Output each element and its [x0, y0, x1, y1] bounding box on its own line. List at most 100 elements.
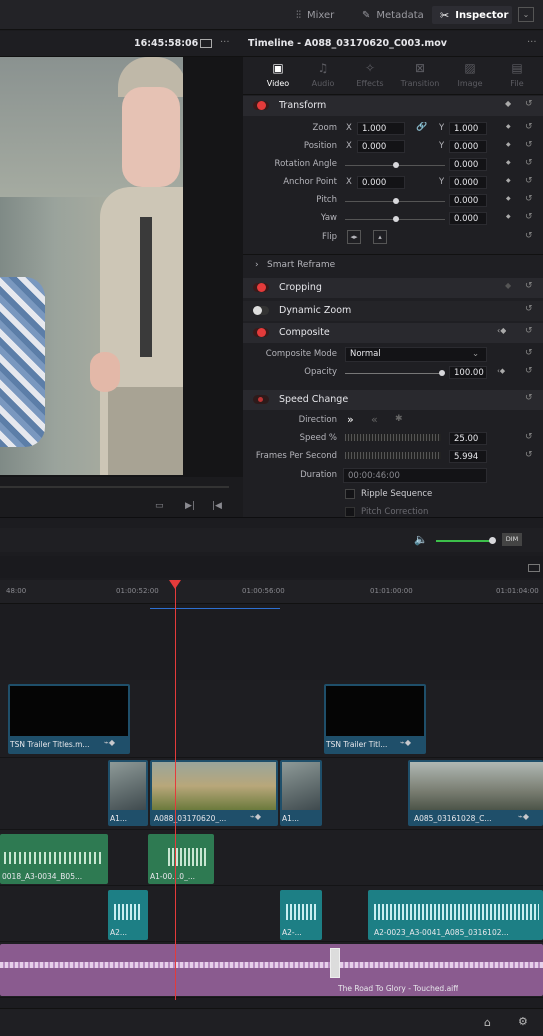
clip-title-2[interactable]: TSN Trailer Titl... ⌁◆ — [324, 684, 426, 754]
viewer-more-icon[interactable]: ··· — [220, 37, 230, 48]
tab-audio[interactable]: ♫ Audio — [303, 61, 343, 95]
viewer-layout-icon[interactable] — [200, 39, 212, 48]
zoom-y-input[interactable]: 1.000 — [449, 122, 487, 135]
dynamic-zoom-section[interactable]: Dynamic Zoom ↺ — [243, 301, 543, 321]
reset-icon[interactable]: ↺ — [525, 393, 533, 403]
clip-audio-a2-right[interactable]: A2-0023_A3-0041_A085_0316102... — [368, 890, 543, 940]
transform-section[interactable]: Transform ◆ ↺ — [243, 96, 543, 116]
keyframe-icon[interactable]: ◆ — [506, 123, 511, 130]
composite-mode-select[interactable]: Normal ⌄ — [345, 347, 487, 362]
tab-file[interactable]: ▤ File — [497, 61, 537, 95]
clip-title-1[interactable]: TSN Trailer Titles.m... ⌁◆ — [8, 684, 130, 754]
tab-video[interactable]: ▣ Video — [258, 61, 298, 95]
dynamic-zoom-toggle[interactable] — [253, 306, 269, 315]
reset-icon[interactable]: ↺ — [525, 304, 533, 314]
expand-icon[interactable]: ⌄ — [518, 7, 534, 22]
reset-icon[interactable]: ↺ — [525, 194, 533, 204]
rotation-input[interactable]: 0.000 — [449, 158, 487, 171]
volume-knob[interactable] — [489, 537, 496, 544]
keyframe-nav-icon[interactable]: ‹◆ — [497, 326, 506, 335]
cropping-section[interactable]: Cropping ◆ ↺ — [243, 278, 543, 298]
tab-image[interactable]: ▨ Image — [450, 61, 490, 95]
reset-icon[interactable]: ↺ — [525, 366, 533, 376]
reset-icon[interactable]: ↺ — [525, 432, 533, 442]
tab-effects[interactable]: ✧ Effects — [350, 61, 390, 95]
composite-section[interactable]: Composite ‹◆ ↺ — [243, 323, 543, 343]
viewer-scrubber[interactable] — [0, 486, 229, 488]
clip-trim-handle[interactable] — [330, 948, 340, 978]
yaw-slider-knob[interactable] — [393, 216, 399, 222]
yaw-input[interactable]: 0.000 — [449, 212, 487, 225]
reset-icon[interactable]: ↺ — [525, 450, 533, 460]
composite-toggle[interactable] — [253, 328, 269, 337]
metadata-button[interactable]: ✎ Metadata — [362, 6, 424, 24]
playhead[interactable] — [175, 580, 176, 1000]
anchor-x-input[interactable]: 0.000 — [357, 176, 405, 189]
tab-transition[interactable]: ⊠ Transition — [400, 61, 440, 95]
keyframe-icon[interactable]: ◆ — [506, 195, 511, 202]
flip-vertical-button[interactable]: ▴ — [373, 230, 387, 244]
zoom-x-input[interactable]: 1.000 — [357, 122, 405, 135]
inspector-button[interactable]: ✂ Inspector — [440, 6, 508, 24]
speaker-icon[interactable]: 🔈 — [414, 533, 428, 546]
clip-audio-a1-left[interactable]: 0018_A3-0034_B05... — [0, 834, 108, 884]
rotation-slider-knob[interactable] — [393, 162, 399, 168]
clip-audio-a2-left[interactable]: A2... — [108, 890, 148, 940]
smart-reframe-section[interactable]: › Smart Reframe — [243, 254, 543, 274]
reset-icon[interactable]: ↺ — [525, 158, 533, 168]
speed-change-toggle[interactable] — [253, 395, 269, 404]
reset-icon[interactable]: ↺ — [525, 122, 533, 132]
transform-toggle[interactable] — [253, 101, 269, 110]
ripple-checkbox[interactable] — [345, 489, 355, 499]
reset-icon[interactable]: ↺ — [525, 176, 533, 186]
reset-icon[interactable]: ↺ — [525, 140, 533, 150]
keyframe-icon[interactable]: ◆ — [506, 213, 511, 220]
clip-music[interactable]: The Road To Glory - Touched.aiff — [0, 944, 543, 996]
pitch-slider-knob[interactable] — [393, 198, 399, 204]
pitch-correction-checkbox[interactable] — [345, 507, 355, 517]
position-x-input[interactable]: 0.000 — [357, 140, 405, 153]
reset-icon[interactable]: ↺ — [525, 281, 533, 291]
speed-change-section[interactable]: Speed Change ↺ — [243, 390, 543, 410]
keyframe-icon[interactable]: ◆ — [505, 99, 511, 108]
link-icon[interactable]: 🔗 — [416, 122, 427, 132]
position-y-input[interactable]: 0.000 — [449, 140, 487, 153]
duration-input[interactable]: 00:00:46:00 — [343, 468, 487, 483]
keyframe-icon[interactable]: ◆ — [506, 159, 511, 166]
opacity-input[interactable]: 100.00 — [449, 366, 487, 379]
reset-icon[interactable]: ↺ — [525, 231, 533, 241]
clip-a088-main[interactable]: A088_03170620_... ⌁◆ — [150, 760, 278, 826]
loop-icon[interactable]: ▭ — [155, 501, 164, 511]
flip-horizontal-button[interactable]: ◂▸ — [347, 230, 361, 244]
keyframe-icon[interactable]: ◆ — [505, 281, 511, 290]
reset-icon[interactable]: ↺ — [525, 212, 533, 222]
clip-a1-right[interactable]: A1... — [280, 760, 322, 826]
cropping-toggle[interactable] — [253, 283, 269, 292]
timeline-options-icon[interactable] — [528, 564, 540, 572]
clip-a1-left[interactable]: A1... — [108, 760, 148, 826]
fps-input[interactable]: 5.994 — [449, 450, 487, 463]
anchor-y-input[interactable]: 0.000 — [449, 176, 487, 189]
pitch-input[interactable]: 0.000 — [449, 194, 487, 207]
timeline-ruler[interactable]: 48:00 01:00:52:00 01:00:56:00 01:01:00:0… — [0, 580, 543, 604]
speed-input[interactable]: 25.00 — [449, 432, 487, 445]
freeze-frame-icon[interactable]: ✱ — [395, 414, 403, 424]
home-icon[interactable]: ⌂ — [484, 1016, 491, 1029]
mixer-button[interactable]: ⫶⫶ Mixer — [296, 6, 334, 24]
keyframe-icon[interactable]: ◆ — [506, 141, 511, 148]
reset-icon[interactable]: ↺ — [525, 348, 533, 358]
reverse-direction-icon[interactable]: « — [371, 413, 378, 426]
gear-icon[interactable]: ⚙ — [518, 1015, 528, 1028]
fps-slider[interactable] — [345, 452, 441, 459]
inspector-more-icon[interactable]: ··· — [527, 37, 537, 48]
clip-audio-a1-mid[interactable]: A1-00...0_... — [148, 834, 214, 884]
forward-direction-icon[interactable]: » — [347, 413, 354, 426]
speed-slider[interactable] — [345, 434, 441, 441]
keyframe-icon[interactable]: ◆ — [506, 177, 511, 184]
opacity-slider-knob[interactable] — [439, 370, 445, 376]
dim-button[interactable]: DIM — [502, 533, 522, 546]
next-frame-icon[interactable]: ▶| — [185, 501, 195, 511]
clip-audio-a2-mid[interactable]: A2-... — [280, 890, 322, 940]
previous-frame-icon[interactable]: |◀ — [212, 501, 222, 511]
volume-slider[interactable] — [436, 540, 492, 542]
